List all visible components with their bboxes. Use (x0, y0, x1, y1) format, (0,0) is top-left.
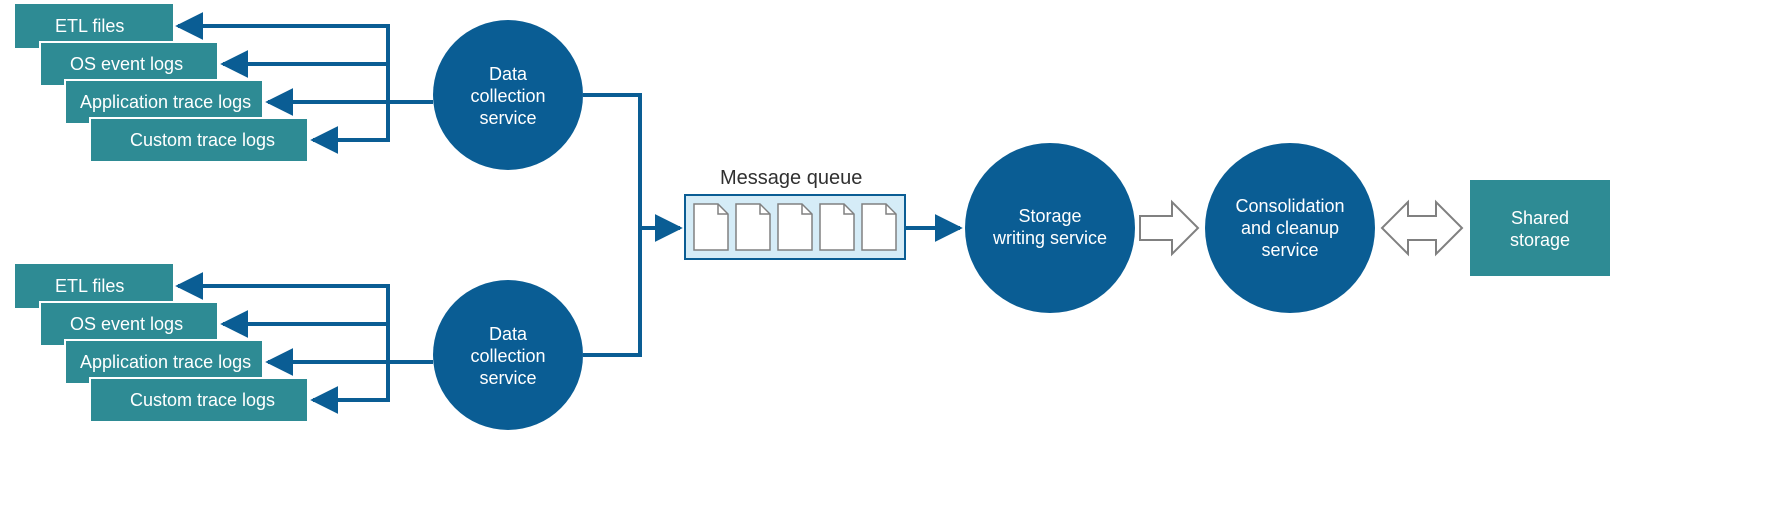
source-label: Application trace logs (80, 352, 251, 372)
storage-writer-label: Storage (1018, 206, 1081, 226)
collector-label: service (479, 108, 536, 128)
shared-storage (1470, 180, 1610, 276)
source-label: Custom trace logs (130, 130, 275, 150)
source-label: Custom trace logs (130, 390, 275, 410)
collector-label: service (479, 368, 536, 388)
document-icon (694, 204, 728, 250)
connector (583, 228, 640, 355)
hollow-arrow-icon (1140, 202, 1198, 254)
source-label: Application trace logs (80, 92, 251, 112)
consolidation-label: service (1261, 240, 1318, 260)
collector-label: collection (470, 346, 545, 366)
consolidation-label: and cleanup (1241, 218, 1339, 238)
source-box: Custom trace logs (90, 118, 308, 162)
source-group-2: ETL files OS event logs Application trac… (15, 264, 583, 430)
document-icon (778, 204, 812, 250)
shared-storage-label: storage (1510, 230, 1570, 250)
source-box: Custom trace logs (90, 378, 308, 422)
collector-label: Data (489, 324, 528, 344)
hollow-double-arrow-icon (1382, 202, 1462, 254)
collector-label: collection (470, 86, 545, 106)
source-label: ETL files (55, 276, 124, 296)
source-group-1: ETL files OS event logs Application trac… (15, 4, 583, 170)
document-icon (736, 204, 770, 250)
document-icon (862, 204, 896, 250)
queue-title: Message queue (720, 167, 862, 189)
connector (583, 95, 640, 228)
architecture-diagram: ETL files OS event logs Application trac… (0, 0, 1771, 516)
source-label: OS event logs (70, 54, 183, 74)
collector-label: Data (489, 64, 528, 84)
document-icon (820, 204, 854, 250)
source-label: OS event logs (70, 314, 183, 334)
shared-storage-label: Shared (1511, 208, 1569, 228)
queue-docs (694, 204, 896, 250)
source-label: ETL files (55, 16, 124, 36)
consolidation-label: Consolidation (1235, 196, 1344, 216)
storage-writer-label: writing service (992, 228, 1107, 248)
